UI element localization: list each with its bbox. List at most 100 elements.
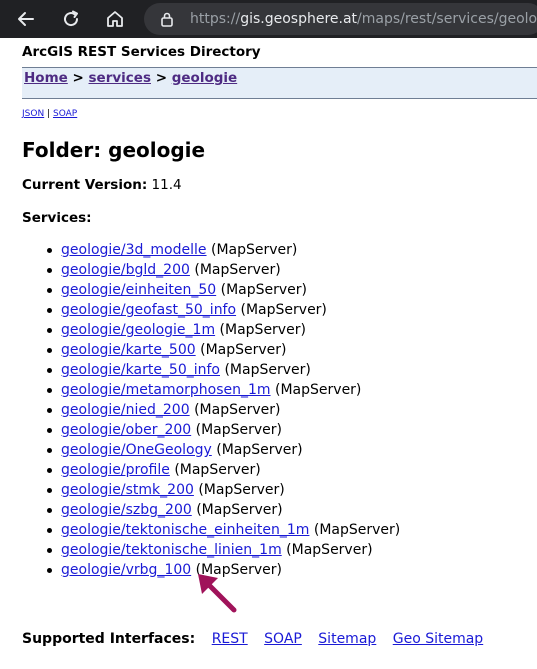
service-type: (MapServer) [313, 522, 401, 538]
interfaces-label: Supported Interfaces: [22, 631, 196, 647]
current-version: Current Version: 11.4 [22, 177, 182, 193]
back-button[interactable] [11, 4, 41, 34]
back-arrow-icon [18, 12, 34, 26]
service-item: geologie/szbg_200 (MapServer) [0, 500, 400, 520]
bullet-icon [47, 448, 52, 453]
service-link[interactable]: geologie/OneGeology [61, 442, 212, 458]
service-item: geologie/karte_500 (MapServer) [0, 340, 400, 360]
version-value: 11.4 [151, 177, 182, 193]
service-item: geologie/tektonische_einheiten_1m (MapSe… [0, 520, 400, 540]
breadcrumb: Home > services > geologie [24, 70, 237, 86]
service-item: geologie/3d_modelle (MapServer) [0, 240, 400, 260]
soap-interface-link[interactable]: SOAP [264, 631, 302, 647]
service-link[interactable]: geologie/geofast_50_info [61, 302, 236, 318]
bullet-icon [47, 388, 52, 393]
bullet-icon [47, 548, 52, 553]
page-title: Folder: geologie [22, 138, 206, 162]
service-type: (MapServer) [220, 282, 308, 298]
service-type: (MapServer) [275, 382, 362, 398]
service-item: geologie/geofast_50_info (MapServer) [0, 300, 400, 320]
geo-sitemap-link[interactable]: Geo Sitemap [393, 631, 483, 647]
service-type: (MapServer) [224, 362, 311, 378]
breadcrumb-home-link[interactable]: Home [24, 70, 68, 86]
breadcrumb-separator: > [155, 70, 168, 86]
json-link[interactable]: JSON [22, 109, 44, 119]
bullet-icon [47, 508, 52, 513]
service-link[interactable]: geologie/tektonische_einheiten_1m [61, 522, 309, 538]
service-link[interactable]: geologie/nied_200 [61, 402, 190, 418]
services-heading: Services: [22, 210, 92, 226]
bullet-icon [47, 308, 52, 313]
bullet-icon [47, 408, 52, 413]
service-type: (MapServer) [198, 482, 285, 498]
url-host: gis.geosphere.at [240, 11, 358, 27]
service-item: geologie/tektonische_linien_1m (MapServe… [0, 540, 400, 560]
service-link[interactable]: geologie/tektonische_linien_1m [61, 542, 282, 558]
sitemap-link[interactable]: Sitemap [318, 631, 376, 647]
service-link[interactable]: geologie/bgld_200 [61, 262, 190, 278]
service-type: (MapServer) [219, 322, 306, 338]
pointer-arrow-icon [198, 574, 237, 613]
service-item: geologie/profile (MapServer) [0, 460, 400, 480]
supported-interfaces: Supported Interfaces: REST SOAP Sitemap … [22, 631, 483, 647]
bullet-icon [47, 328, 52, 333]
bullet-icon [47, 288, 52, 293]
breadcrumb-services-link[interactable]: services [89, 70, 151, 86]
bullet-icon [47, 428, 52, 433]
home-button[interactable] [100, 4, 130, 34]
bullet-icon [47, 248, 52, 253]
lock-icon [161, 12, 173, 27]
directory-title: ArcGIS REST Services Directory [22, 44, 261, 60]
service-item: geologie/geologie_1m (MapServer) [0, 320, 400, 340]
format-links: JSON | SOAP [22, 109, 77, 119]
service-item: geologie/metamorphosen_1m (MapServer) [0, 380, 400, 400]
address-bar[interactable]: https://gis.geosphere.at/maps/rest/servi… [144, 3, 537, 35]
bullet-icon [47, 528, 52, 533]
service-item: geologie/einheiten_50 (MapServer) [0, 280, 400, 300]
format-divider: | [47, 109, 51, 119]
rest-link[interactable]: REST [212, 631, 248, 647]
service-link[interactable]: geologie/profile [61, 462, 170, 478]
service-item: geologie/karte_50_info (MapServer) [0, 360, 400, 380]
service-type: (MapServer) [286, 542, 373, 558]
service-type: (MapServer) [210, 242, 298, 258]
service-type: (MapServer) [240, 302, 327, 318]
breadcrumb-geologie-link[interactable]: geologie [172, 70, 237, 86]
browser-toolbar: https://gis.geosphere.at/maps/rest/servi… [0, 0, 537, 38]
service-item: geologie/ober_200 (MapServer) [0, 420, 400, 440]
service-type: (MapServer) [216, 442, 303, 458]
breadcrumb-bar: Home > services > geologie [22, 67, 537, 99]
service-link[interactable]: geologie/stmk_200 [61, 482, 194, 498]
service-link[interactable]: geologie/3d_modelle [61, 242, 207, 258]
service-link[interactable]: geologie/einheiten_50 [61, 282, 216, 298]
service-item: geologie/stmk_200 (MapServer) [0, 480, 400, 500]
url-text[interactable]: https://gis.geosphere.at/maps/rest/servi… [190, 3, 537, 35]
bullet-icon [47, 468, 52, 473]
service-type: (MapServer) [196, 502, 283, 518]
service-type: (MapServer) [194, 262, 281, 278]
bullet-icon [47, 488, 52, 493]
home-icon [107, 11, 123, 27]
service-type: (MapServer) [174, 462, 261, 478]
bullet-icon [47, 348, 52, 353]
breadcrumb-separator: > [72, 70, 84, 86]
service-link[interactable]: geologie/ober_200 [61, 422, 191, 438]
service-link[interactable]: geologie/karte_500 [61, 342, 196, 358]
service-item: geologie/OneGeology (MapServer) [0, 440, 400, 460]
service-item: geologie/bgld_200 (MapServer) [0, 260, 400, 280]
services-list: geologie/3d_modelle (MapServer) geologie… [0, 240, 400, 580]
soap-link[interactable]: SOAP [53, 109, 77, 119]
service-link[interactable]: geologie/metamorphosen_1m [61, 382, 271, 398]
bullet-icon [47, 568, 52, 573]
service-type: (MapServer) [195, 422, 283, 438]
bullet-icon [47, 368, 52, 373]
url-protocol: https:// [190, 11, 241, 27]
service-link[interactable]: geologie/vrbg_100 [61, 562, 191, 578]
reload-button[interactable] [56, 4, 86, 34]
service-link[interactable]: geologie/szbg_200 [61, 502, 192, 518]
service-link[interactable]: geologie/karte_50_info [61, 362, 220, 378]
version-label: Current Version: [22, 177, 148, 193]
service-link[interactable]: geologie/geologie_1m [61, 322, 215, 338]
bullet-icon [47, 268, 52, 273]
service-item: geologie/nied_200 (MapServer) [0, 400, 400, 420]
